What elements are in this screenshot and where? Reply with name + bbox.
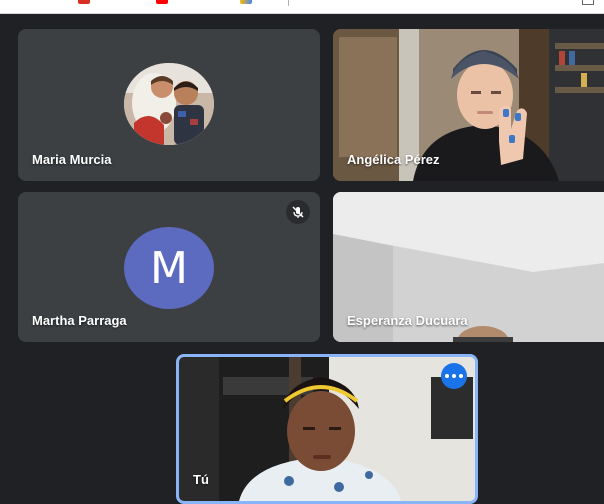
mic-off-icon: [286, 200, 310, 224]
window-control-icon[interactable]: [582, 0, 594, 5]
participant-tile-esperanza[interactable]: Esperanza Ducuara: [333, 192, 604, 342]
participant-name: Esperanza Ducuara: [347, 313, 468, 328]
participant-tile-angelica[interactable]: Angélica Pérez: [333, 29, 604, 181]
participant-name: Angélica Pérez: [347, 152, 440, 167]
self-video-feed: [179, 357, 475, 501]
participant-photo-avatar: [124, 63, 214, 145]
browser-tab-strip: [0, 0, 604, 14]
participant-initial-avatar: M: [124, 227, 214, 309]
self-name: Tú: [193, 472, 209, 487]
youtube-icon[interactable]: [156, 0, 168, 4]
drive-icon[interactable]: [240, 0, 252, 4]
more-options-icon: [445, 374, 449, 378]
more-options-icon-dot: [459, 374, 463, 378]
more-options-icon-dot: [452, 374, 456, 378]
participant-name: Maria Murcia: [32, 152, 112, 167]
participant-tile-maria[interactable]: Maria Murcia: [18, 29, 320, 181]
toolbar-divider: [288, 0, 289, 6]
tab-favicon-icon[interactable]: [78, 0, 90, 4]
participant-tile-martha[interactable]: M Martha Parraga: [18, 192, 320, 342]
meeting-grid: Maria Murcia Angélica Pérez M Martha Par…: [0, 0, 604, 504]
participant-name: Martha Parraga: [32, 313, 127, 328]
self-view-tile[interactable]: Tú: [176, 354, 478, 504]
more-options-button[interactable]: [441, 363, 467, 389]
